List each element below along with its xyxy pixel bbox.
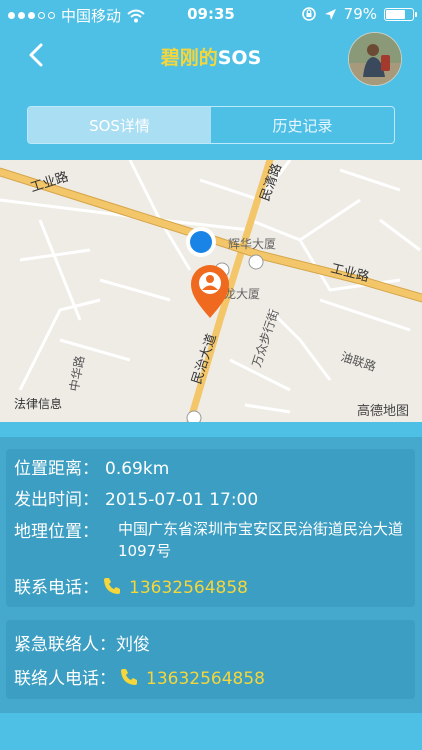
- poi-icon: [248, 254, 264, 270]
- map-view[interactable]: 工业路 民清路 工业路 民治大道 万众步行街 油联路 中华路 辉华大厦 腾龙大厦…: [0, 160, 422, 422]
- location-label: 地理位置：: [14, 522, 99, 542]
- phone-row: 联系电话： 13632564858: [14, 573, 248, 598]
- user-photo-icon: [349, 33, 401, 85]
- phone-icon: [104, 578, 120, 594]
- title-suffix: SOS: [217, 47, 262, 69]
- battery-icon: [384, 7, 417, 21]
- contact-phone-link[interactable]: 13632564858: [146, 669, 265, 689]
- distance-row: 位置距离： 0.69km: [14, 454, 169, 479]
- nav-bar: 碧刚的SOS: [0, 28, 422, 88]
- orientation-lock-icon: [301, 7, 316, 21]
- distance-value: 0.69km: [105, 459, 170, 479]
- distance-label: 位置距离：: [14, 459, 99, 479]
- time-row: 发出时间： 2015-07-01 17:00: [14, 485, 258, 510]
- contact-phone-row: 联络人电话： 13632564858: [14, 664, 265, 689]
- map-provider-logo: 高德地图: [357, 403, 409, 419]
- current-location-dot: [186, 227, 216, 257]
- location-row: 地理位置：: [14, 517, 99, 542]
- phone-number-link[interactable]: 13632564858: [129, 578, 248, 598]
- battery-fill: [386, 9, 405, 19]
- tab-sos-details[interactable]: SOS详情: [28, 107, 211, 143]
- contact-name: 刘俊: [116, 635, 150, 655]
- phone-icon: [121, 669, 137, 685]
- poi-icon: [186, 410, 202, 422]
- time-label: 发出时间：: [14, 490, 99, 510]
- location-arrow-icon: [324, 8, 336, 20]
- segment-control: SOS详情 历史记录: [27, 106, 395, 144]
- status-bar: 中国移动 09:35 79%: [0, 0, 422, 28]
- contact-phone-label: 联络人电话：: [14, 669, 116, 689]
- location-value: 中国广东省深圳市宝安区民治街道民治大道1097号: [118, 520, 404, 560]
- avatar[interactable]: [348, 32, 402, 86]
- map-canvas: 工业路 民清路 工业路 民治大道 万众步行街 油联路 中华路 辉华大厦 腾龙大厦…: [0, 160, 422, 422]
- contact-label: 紧急联络人：: [14, 635, 116, 655]
- battery-percent: 79%: [343, 5, 377, 23]
- time-value: 2015-07-01 17:00: [105, 490, 259, 510]
- status-right: 79%: [301, 5, 417, 23]
- map-label-poi1: 辉华大厦: [228, 237, 276, 251]
- contact-row: 紧急联络人：刘俊: [14, 630, 150, 655]
- phone-label: 联系电话：: [14, 578, 99, 598]
- title-name: 碧刚的: [160, 47, 218, 69]
- legal-info-link[interactable]: 法律信息: [14, 396, 62, 411]
- tab-history[interactable]: 历史记录: [211, 107, 394, 143]
